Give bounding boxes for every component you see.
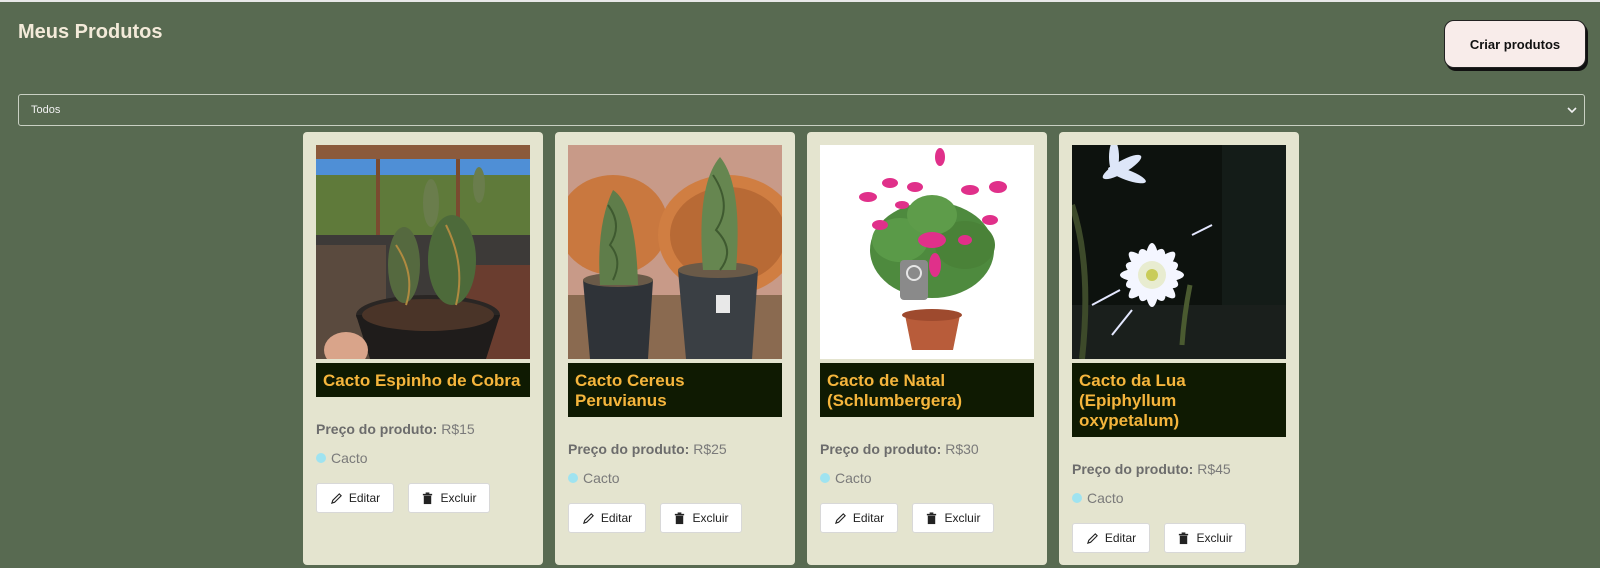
category-dot-icon [820,473,830,483]
product-image [316,145,530,359]
category-dot-icon [316,453,326,463]
card-actions: Editar Excluir [316,483,530,513]
price-label: Preço do produto: [316,421,438,437]
price-label: Preço do produto: [568,441,690,457]
chevron-down-icon [1567,107,1577,114]
category-label: Cacto [331,450,368,466]
product-category: Cacto [316,450,530,466]
create-products-button[interactable]: Criar produtos [1444,20,1586,68]
price-value: R$45 [1197,461,1231,477]
delete-button[interactable]: Excluir [1164,523,1246,553]
delete-button[interactable]: Excluir [912,503,994,533]
category-dot-icon [1072,493,1082,503]
pencil-icon [1086,532,1098,544]
product-price: Preço do produto: R$25 [568,441,782,457]
price-value: R$15 [441,421,475,437]
product-card: Cacto da Lua (Epiphyllum oxypetalum) Pre… [1059,132,1299,565]
pencil-icon [834,512,846,524]
edit-button[interactable]: Editar [316,483,394,513]
category-label: Cacto [583,470,620,486]
category-filter-select[interactable]: Todos [18,94,1585,126]
trash-icon [927,511,937,524]
price-label: Preço do produto: [1072,461,1194,477]
delete-button-label: Excluir [1196,531,1233,545]
edit-button[interactable]: Editar [568,503,646,533]
product-price: Preço do produto: R$30 [820,441,1034,457]
edit-button-label: Editar [600,511,633,525]
edit-button[interactable]: Editar [820,503,898,533]
product-card: Cacto Cereus Peruvianus Preço do produto… [555,132,795,565]
product-name: Cacto Espinho de Cobra [316,363,530,397]
trash-icon [1179,531,1189,544]
category-label: Cacto [835,470,872,486]
delete-button-label: Excluir [692,511,729,525]
page-title: Meus Produtos [18,21,163,43]
product-card: Cacto de Natal (Schlumbergera) Preço do … [807,132,1047,565]
card-actions: Editar Excluir [820,503,1034,533]
product-name: Cacto Cereus Peruvianus [568,363,782,417]
card-actions: Editar Excluir [568,503,782,533]
trash-icon [423,491,433,504]
filter-selected-value: Todos [31,104,61,116]
product-image [1072,145,1286,359]
product-category: Cacto [820,470,1034,486]
price-value: R$30 [945,441,979,457]
price-label: Preço do produto: [820,441,942,457]
edit-button[interactable]: Editar [1072,523,1150,553]
product-name: Cacto da Lua (Epiphyllum oxypetalum) [1072,363,1286,437]
product-image [820,145,1034,359]
delete-button-label: Excluir [944,511,981,525]
card-actions: Editar Excluir [1072,523,1286,553]
product-price: Preço do produto: R$45 [1072,461,1286,477]
pencil-icon [582,512,594,524]
product-name: Cacto de Natal (Schlumbergera) [820,363,1034,417]
delete-button-label: Excluir [440,491,477,505]
delete-button[interactable]: Excluir [408,483,490,513]
category-dot-icon [568,473,578,483]
edit-button-label: Editar [348,491,381,505]
product-image [568,145,782,359]
product-price: Preço do produto: R$15 [316,421,530,437]
delete-button[interactable]: Excluir [660,503,742,533]
price-value: R$25 [693,441,727,457]
product-category: Cacto [568,470,782,486]
category-label: Cacto [1087,490,1124,506]
edit-button-label: Editar [1104,531,1137,545]
pencil-icon [330,492,342,504]
product-card: Cacto Espinho de Cobra Preço do produto:… [303,132,543,565]
trash-icon [675,511,685,524]
product-category: Cacto [1072,490,1286,506]
product-list: Cacto Espinho de Cobra Preço do produto:… [303,132,1299,565]
edit-button-label: Editar [852,511,885,525]
